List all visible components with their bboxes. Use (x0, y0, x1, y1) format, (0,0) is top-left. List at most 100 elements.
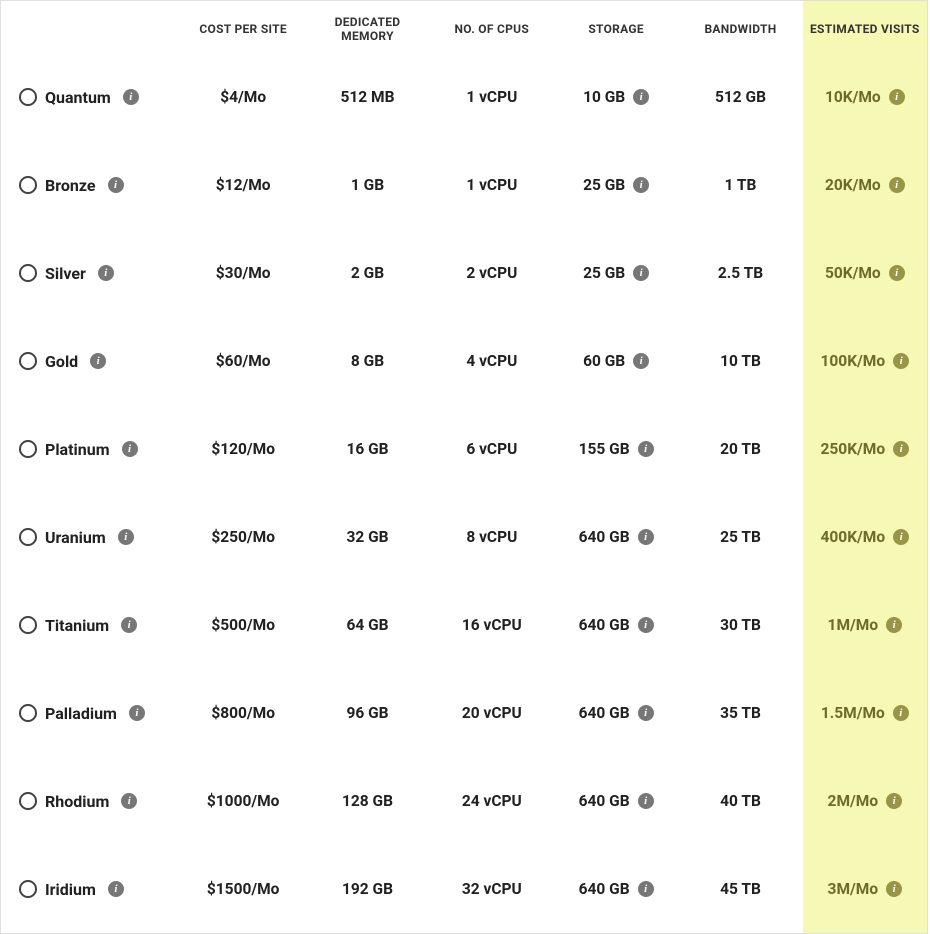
info-icon[interactable]: i (889, 89, 905, 105)
cell-cost-value: $120/Mo (211, 440, 275, 458)
cell-bandwidth-value: 512 GB (715, 88, 766, 106)
info-icon[interactable]: i (90, 353, 106, 369)
cell-visits-value: 400K/Mo (821, 528, 886, 546)
info-icon[interactable]: i (893, 441, 909, 457)
cell-bandwidth: 25 TB (678, 493, 802, 581)
info-icon[interactable]: i (886, 881, 902, 897)
table-row: Silveri$30/Mo2 GB2 vCPU25 GBi2.5 TB50K/M… (1, 229, 927, 317)
info-icon[interactable]: i (633, 89, 649, 105)
cell-memory: 128 GB (305, 757, 429, 845)
cell-storage: 25 GB i (554, 229, 678, 317)
cell-storage: 640 GBi (554, 493, 678, 581)
plan-radio[interactable] (19, 528, 37, 546)
info-icon[interactable]: i (118, 529, 134, 545)
info-icon[interactable]: i (108, 177, 124, 193)
cell-storage: 155 GBi (554, 405, 678, 493)
cell-storage-value: 25 GB (583, 264, 625, 282)
plan-radio[interactable] (19, 440, 37, 458)
info-icon[interactable]: i (633, 353, 649, 369)
info-icon[interactable]: i (122, 441, 138, 457)
cell-bandwidth: 512 GB (678, 53, 802, 141)
info-icon[interactable]: i (121, 793, 137, 809)
info-icon[interactable]: i (638, 705, 654, 721)
cell-memory: 16 GB (305, 405, 429, 493)
cell-visits: 250K/Mo i (803, 405, 927, 493)
info-icon[interactable]: i (633, 265, 649, 281)
col-cpus: NO. OF CPUS (430, 1, 554, 53)
info-icon[interactable]: i (638, 793, 654, 809)
info-icon[interactable]: i (121, 617, 137, 633)
plan-radio[interactable] (19, 88, 37, 106)
plan-cell[interactable]: Silveri (1, 229, 181, 317)
info-icon[interactable]: i (123, 89, 139, 105)
table-row: Iridiumi$1500/Mo192 GB32 vCPU640 GBi45 T… (1, 845, 927, 933)
info-icon[interactable]: i (889, 177, 905, 193)
plan-cell[interactable]: Palladiumi (1, 669, 181, 757)
col-bandwidth: BANDWIDTH (678, 1, 802, 53)
info-icon[interactable]: i (886, 793, 902, 809)
cell-visits-value: 20K/Mo (825, 176, 881, 194)
plan-cell[interactable]: Titaniumi (1, 581, 181, 669)
info-icon[interactable]: i (129, 705, 145, 721)
cell-bandwidth-value: 10 TB (720, 352, 761, 370)
plan-cell[interactable]: Platinum i (1, 405, 181, 493)
plan-cell[interactable]: Iridiumi (1, 845, 181, 933)
cell-bandwidth-value: 20 TB (720, 440, 761, 458)
plan-cell[interactable]: Bronzei (1, 141, 181, 229)
cell-bandwidth-value: 45 TB (720, 880, 761, 898)
cell-cost-value: $800/Mo (211, 704, 275, 722)
plan-name: Uranium (45, 528, 106, 547)
info-icon[interactable]: i (108, 881, 124, 897)
plan-radio[interactable] (19, 880, 37, 898)
cell-storage: 640 GBi (554, 669, 678, 757)
cell-cpus-value: 24 vCPU (462, 792, 522, 810)
cell-cpus-value: 2 vCPU (466, 264, 517, 282)
cell-visits-value: 250K/Mo (821, 440, 886, 458)
cell-bandwidth: 40 TB (678, 757, 802, 845)
plan-name: Platinum (45, 440, 110, 459)
plan-cell[interactable]: Rhodiumi (1, 757, 181, 845)
cell-memory-value: 96 GB (346, 704, 388, 722)
plan-radio[interactable] (19, 352, 37, 370)
cell-memory-value: 8 GB (351, 352, 384, 370)
info-icon[interactable]: i (893, 353, 909, 369)
cell-bandwidth-value: 40 TB (720, 792, 761, 810)
plan-cell[interactable]: Quantumi (1, 53, 181, 141)
plan-radio[interactable] (19, 792, 37, 810)
info-icon[interactable]: i (638, 617, 654, 633)
col-storage: STORAGE (554, 1, 678, 53)
cell-cpus-value: 8 vCPU (466, 528, 517, 546)
info-icon[interactable]: i (98, 265, 114, 281)
info-icon[interactable]: i (638, 441, 654, 457)
cell-bandwidth: 1 TB (678, 141, 802, 229)
cell-cost: $1000/Mo (181, 757, 305, 845)
cell-cost: $500/Mo (181, 581, 305, 669)
plan-radio[interactable] (19, 176, 37, 194)
info-icon[interactable]: i (893, 705, 909, 721)
cell-cost: $30/Mo (181, 229, 305, 317)
cell-cpus-value: 32 vCPU (462, 880, 522, 898)
plan-name: Silver (45, 264, 86, 283)
info-icon[interactable]: i (638, 529, 654, 545)
info-icon[interactable]: i (889, 265, 905, 281)
plan-cell[interactable]: Uranium i (1, 493, 181, 581)
cell-cpus: 4 vCPU (430, 317, 554, 405)
plan-radio[interactable] (19, 264, 37, 282)
cell-memory: 64 GB (305, 581, 429, 669)
cell-storage: 640 GBi (554, 581, 678, 669)
cell-visits-value: 3M/Mo (828, 880, 879, 898)
plan-radio[interactable] (19, 704, 37, 722)
cell-visits-value: 10K/Mo (825, 88, 881, 106)
info-icon[interactable]: i (638, 881, 654, 897)
info-icon[interactable]: i (893, 529, 909, 545)
cell-cost-value: $1500/Mo (207, 880, 280, 898)
cell-visits: 1.5M/Moi (803, 669, 927, 757)
cell-cost-value: $4/Mo (220, 88, 266, 106)
cell-storage-value: 60 GB (583, 352, 625, 370)
cell-cost: $12/Mo (181, 141, 305, 229)
plan-cell[interactable]: Goldi (1, 317, 181, 405)
info-icon[interactable]: i (633, 177, 649, 193)
info-icon[interactable]: i (886, 617, 902, 633)
plan-radio[interactable] (19, 616, 37, 634)
cell-storage-value: 640 GB (579, 792, 630, 810)
